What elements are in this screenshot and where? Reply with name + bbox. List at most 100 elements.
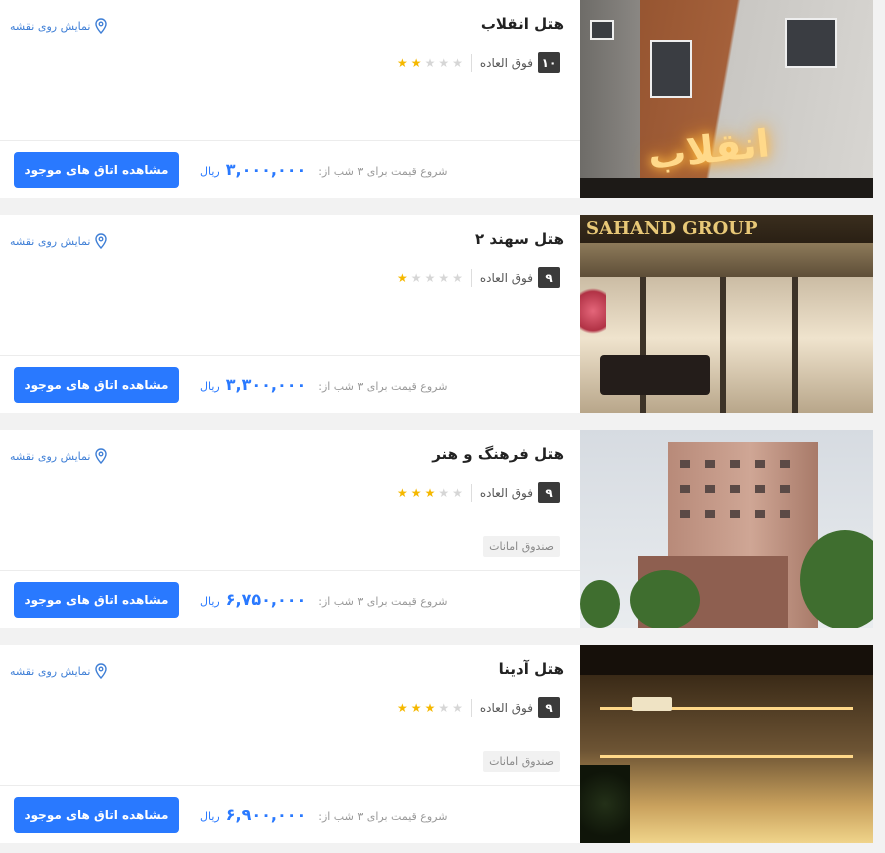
hotel-image[interactable]: ﺍﻧﻘﻼﺏ: [580, 0, 873, 198]
view-rooms-button[interactable]: مشاهده اتاق های موجود: [14, 582, 179, 618]
star-icon: ★: [410, 485, 422, 500]
amenity-tag: صندوق امانات: [483, 751, 560, 772]
star-icon: ★: [424, 270, 436, 285]
hotel-name[interactable]: هتل انقلاب: [481, 15, 564, 33]
rating-divider: [470, 483, 472, 502]
score-badge: ۹: [538, 482, 560, 503]
rating-divider: [470, 698, 472, 717]
show-on-map-link[interactable]: نمایش روی نقشه: [10, 663, 108, 679]
star-rating: ★ ★ ★ ★ ★: [397, 702, 463, 714]
image-detail: [730, 485, 740, 493]
image-detail: [580, 580, 620, 628]
map-pin-icon: [95, 663, 108, 679]
star-icon: ★: [410, 270, 422, 285]
card-divider: [0, 570, 580, 571]
star-icon: ★: [410, 55, 422, 70]
rating-divider: [470, 53, 472, 72]
star-icon: ★: [397, 270, 408, 285]
rating-row: ۹ فوق العاده ★ ★ ★ ★ ★: [397, 482, 560, 503]
show-on-map-link[interactable]: نمایش روی نقشه: [10, 18, 108, 34]
rating-divider: [470, 268, 472, 287]
hotel-card[interactable]: هتل فرهنگ و هنر نمایش روی نقشه ۹ فوق الع…: [0, 430, 873, 628]
star-icon: ★: [452, 485, 463, 500]
image-detail: [580, 178, 873, 198]
star-icon: ★: [452, 700, 463, 715]
star-rating: ★ ★ ★ ★ ★: [397, 272, 463, 284]
image-detail: [755, 510, 765, 518]
price-value: ۳,۰۰۰,۰۰۰: [225, 160, 307, 179]
rating-row: ۱۰ فوق العاده ★ ★ ★ ★ ★: [397, 52, 560, 73]
image-detail: [780, 510, 790, 518]
view-rooms-button[interactable]: مشاهده اتاق های موجود: [14, 797, 179, 833]
image-detail: [705, 485, 715, 493]
image-detail: [730, 460, 740, 468]
image-detail: [630, 570, 700, 628]
price-label: شروع قیمت برای ۳ شب از:: [318, 165, 448, 178]
image-detail: [705, 460, 715, 468]
hotel-image[interactable]: [580, 430, 873, 628]
currency-label: ریال: [200, 810, 220, 823]
hotel-list: هتل انقلاب نمایش روی نقشه ۱۰ فوق العاده …: [0, 0, 885, 853]
star-icon: ★: [397, 485, 408, 500]
show-on-map-link[interactable]: نمایش روی نقشه: [10, 448, 108, 464]
image-detail: [755, 460, 765, 468]
star-icon: ★: [397, 55, 408, 70]
price-box: ریال ۶,۷۵۰,۰۰۰ شروع قیمت برای ۳ شب از:: [200, 590, 447, 609]
hotel-name[interactable]: هتل فرهنگ و هنر: [432, 445, 564, 463]
hotel-image[interactable]: SAHAND GROUP: [580, 215, 873, 413]
score-badge: ۹: [538, 697, 560, 718]
price-value: ۶,۹۰۰,۰۰۰: [225, 805, 307, 824]
star-icon: ★: [438, 700, 450, 715]
star-icon: ★: [452, 270, 463, 285]
hotel-card-body: هتل آدینا نمایش روی نقشه ۹ فوق العاده ★ …: [0, 645, 580, 843]
hotel-name[interactable]: هتل آدینا: [499, 660, 564, 678]
price-label: شروع قیمت برای ۳ شب از:: [318, 810, 448, 823]
price-label: شروع قیمت برای ۳ شب از:: [318, 380, 448, 393]
amenity-tag: صندوق امانات: [483, 536, 560, 557]
score-badge: ۱۰: [538, 52, 560, 73]
price-box: ریال ۶,۹۰۰,۰۰۰ شروع قیمت برای ۳ شب از:: [200, 805, 447, 824]
image-detail: [680, 485, 690, 493]
image-detail: [680, 460, 690, 468]
hotel-sign-graphic: [632, 697, 672, 711]
image-detail: [600, 355, 710, 395]
view-rooms-button[interactable]: مشاهده اتاق های موجود: [14, 152, 179, 188]
view-rooms-button[interactable]: مشاهده اتاق های موجود: [14, 367, 179, 403]
price-box: ریال ۳,۳۰۰,۰۰۰ شروع قیمت برای ۳ شب از:: [200, 375, 447, 394]
hotel-card[interactable]: هتل انقلاب نمایش روی نقشه ۱۰ فوق العاده …: [0, 0, 873, 198]
image-detail: [590, 20, 614, 40]
card-divider: [0, 140, 580, 141]
map-pin-icon: [95, 448, 108, 464]
score-text: فوق العاده: [479, 485, 533, 500]
hotel-card[interactable]: هتل سهند ۲ نمایش روی نقشه ۹ فوق العاده ★…: [0, 215, 873, 413]
hotel-image[interactable]: [580, 645, 873, 843]
image-detail: [580, 281, 606, 341]
card-divider: [0, 355, 580, 356]
star-icon: ★: [438, 55, 450, 70]
image-detail: [600, 755, 853, 758]
price-label: شروع قیمت برای ۳ شب از:: [318, 595, 448, 608]
hotel-card[interactable]: هتل آدینا نمایش روی نقشه ۹ فوق العاده ★ …: [0, 645, 873, 843]
rating-row: ۹ فوق العاده ★ ★ ★ ★ ★: [397, 267, 560, 288]
hotel-sign-graphic: SAHAND GROUP: [580, 215, 873, 243]
currency-label: ریال: [200, 595, 220, 608]
image-detail: [785, 18, 837, 68]
show-on-map-link[interactable]: نمایش روی نقشه: [10, 233, 108, 249]
star-icon: ★: [424, 485, 436, 500]
image-detail: [580, 765, 630, 843]
show-on-map-label: نمایش روی نقشه: [10, 449, 91, 463]
price-value: ۶,۷۵۰,۰۰۰: [225, 590, 307, 609]
price-box: ریال ۳,۰۰۰,۰۰۰ شروع قیمت برای ۳ شب از:: [200, 160, 447, 179]
hotel-card-body: هتل سهند ۲ نمایش روی نقشه ۹ فوق العاده ★…: [0, 215, 580, 413]
image-detail: [650, 40, 692, 98]
star-icon: ★: [438, 270, 450, 285]
map-pin-icon: [95, 233, 108, 249]
star-icon: ★: [424, 55, 436, 70]
star-rating: ★ ★ ★ ★ ★: [397, 487, 463, 499]
price-value: ۳,۳۰۰,۰۰۰: [225, 375, 307, 394]
hotel-name[interactable]: هتل سهند ۲: [475, 230, 564, 248]
image-detail: [705, 510, 715, 518]
show-on-map-label: نمایش روی نقشه: [10, 19, 91, 33]
image-detail: [780, 485, 790, 493]
star-icon: ★: [452, 55, 463, 70]
